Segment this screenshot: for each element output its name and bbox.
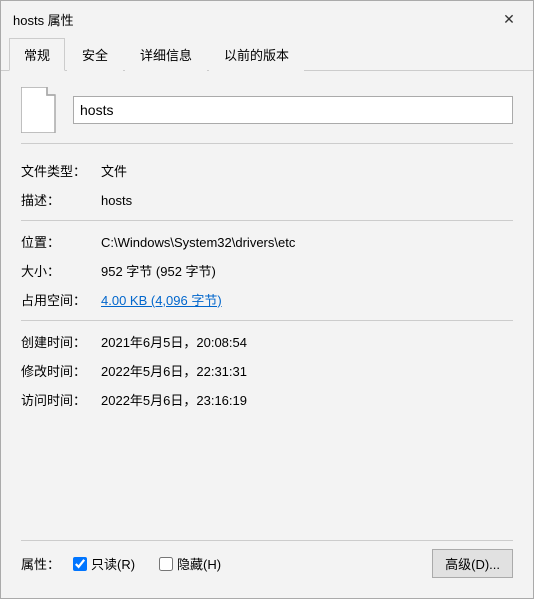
tab-previous-versions[interactable]: 以前的版本 bbox=[209, 38, 304, 71]
prop-accessed-label: 访问时间： bbox=[21, 390, 101, 409]
prop-size: 大小： 952 字节 (952 字节) bbox=[21, 256, 513, 285]
prop-created-label: 创建时间： bbox=[21, 332, 101, 351]
prop-modified-value: 2022年5月6日，22:31:31 bbox=[101, 361, 247, 380]
prop-desc-value: hosts bbox=[101, 193, 132, 208]
prop-description: 描述： hosts bbox=[21, 185, 513, 214]
prop-created-value: 2021年6月5日，20:08:54 bbox=[101, 332, 247, 351]
file-header bbox=[21, 87, 513, 144]
properties-dialog: hosts 属性 ✕ 常规 安全 详细信息 以前的版本 文件类型： 文件 bbox=[0, 0, 534, 599]
prop-disk-label: 占用空间： bbox=[21, 290, 101, 309]
section-timestamps: 创建时间： 2021年6月5日，20:08:54 修改时间： 2022年5月6日… bbox=[21, 327, 513, 414]
attributes-row: 属性： 只读(R) 隐藏(H) 高级(D)... bbox=[21, 540, 513, 586]
tab-security[interactable]: 安全 bbox=[67, 38, 123, 71]
section-type-desc: 文件类型： 文件 描述： hosts bbox=[21, 156, 513, 214]
prop-modified: 修改时间： 2022年5月6日，22:31:31 bbox=[21, 356, 513, 385]
tab-general[interactable]: 常规 bbox=[9, 38, 65, 71]
tab-details[interactable]: 详细信息 bbox=[125, 38, 207, 71]
advanced-button[interactable]: 高级(D)... bbox=[432, 549, 513, 578]
prop-created: 创建时间： 2021年6月5日，20:08:54 bbox=[21, 327, 513, 356]
prop-location-value: C:\Windows\System32\drivers\etc bbox=[101, 235, 295, 250]
title-bar: hosts 属性 ✕ bbox=[1, 1, 533, 37]
tab-bar: 常规 安全 详细信息 以前的版本 bbox=[1, 37, 533, 71]
section-location-size: 位置： C:\Windows\System32\drivers\etc 大小： … bbox=[21, 227, 513, 314]
readonly-label: 只读(R) bbox=[91, 554, 135, 573]
prop-size-label: 大小： bbox=[21, 261, 101, 280]
window-title: hosts 属性 bbox=[13, 10, 74, 29]
prop-location: 位置： C:\Windows\System32\drivers\etc bbox=[21, 227, 513, 256]
prop-type-value: 文件 bbox=[101, 161, 127, 180]
close-button[interactable]: ✕ bbox=[497, 7, 521, 31]
prop-location-label: 位置： bbox=[21, 232, 101, 251]
divider-1 bbox=[21, 220, 513, 221]
file-icon bbox=[21, 87, 61, 133]
prop-size-value: 952 字节 (952 字节) bbox=[101, 261, 216, 280]
prop-disk-size: 占用空间： 4.00 KB (4,096 字节) bbox=[21, 285, 513, 314]
prop-disk-value: 4.00 KB (4,096 字节) bbox=[101, 290, 222, 309]
attributes-section: 属性： 只读(R) 隐藏(H) 高级(D)... bbox=[1, 532, 533, 598]
prop-modified-label: 修改时间： bbox=[21, 361, 101, 380]
tab-content: 文件类型： 文件 描述： hosts 位置： C:\Windows\System… bbox=[1, 71, 533, 532]
prop-accessed-value: 2022年5月6日，23:16:19 bbox=[101, 390, 247, 409]
prop-type: 文件类型： 文件 bbox=[21, 156, 513, 185]
divider-2 bbox=[21, 320, 513, 321]
readonly-checkbox-label[interactable]: 只读(R) bbox=[73, 554, 135, 573]
readonly-checkbox[interactable] bbox=[73, 557, 87, 571]
hidden-label: 隐藏(H) bbox=[177, 554, 221, 573]
attributes-label: 属性： bbox=[21, 554, 73, 573]
prop-accessed: 访问时间： 2022年5月6日，23:16:19 bbox=[21, 385, 513, 414]
prop-desc-label: 描述： bbox=[21, 190, 101, 209]
hidden-checkbox[interactable] bbox=[159, 557, 173, 571]
file-name-input[interactable] bbox=[73, 96, 513, 124]
hidden-checkbox-label[interactable]: 隐藏(H) bbox=[159, 554, 221, 573]
prop-type-label: 文件类型： bbox=[21, 161, 101, 180]
